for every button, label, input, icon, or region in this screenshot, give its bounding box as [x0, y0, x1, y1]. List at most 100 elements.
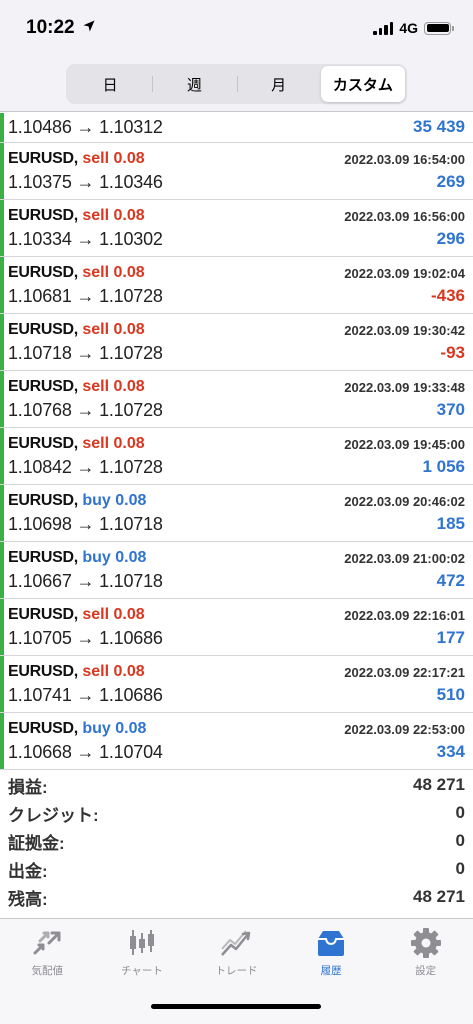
deal-row[interactable]: EURUSD, sell 0.08 2022.03.09 19:30:42 1.…: [0, 314, 473, 371]
deal-symbol: EURUSD,: [8, 321, 78, 338]
deal-profit: 472: [436, 571, 465, 590]
deal-time: 2022.03.09 22:17:21: [344, 664, 465, 680]
deal-time: 2022.03.09 19:45:00: [344, 436, 465, 452]
summary-credit-value: 0: [455, 803, 465, 822]
tab-settings[interactable]: 設定: [378, 919, 473, 989]
deal-prices: 1.10705 → 1.10686: [8, 627, 163, 648]
summary-margin-row: 証拠金: 0: [0, 827, 473, 855]
deal-side-bar: [0, 113, 4, 142]
deal-time: 2022.03.09 20:46:02: [344, 493, 465, 509]
quotes-icon: [33, 931, 61, 955]
deal-prices: 1.10842 → 1.10728: [8, 456, 163, 477]
deal-side-bar: [0, 542, 4, 598]
deal-row[interactable]: EURUSD, sell 0.08 2022.03.09 22:16:01 1.…: [0, 599, 473, 656]
tab-chart-label: チャート: [120, 965, 163, 977]
deal-profit: 177: [436, 628, 465, 647]
deal-symbol: EURUSD,: [8, 378, 78, 395]
deal-side-bar: [0, 599, 4, 655]
deal-side-bar: [0, 371, 4, 427]
history-icon: [318, 931, 345, 956]
deal-profit: 370: [436, 400, 465, 419]
deal-type: buy 0.08: [82, 492, 147, 509]
tab-trade[interactable]: トレード: [189, 919, 284, 989]
settings-icon: [410, 928, 441, 958]
segment-day[interactable]: 日: [68, 66, 152, 102]
deal-prices: 1.10718 → 1.10728: [8, 342, 163, 363]
segment-week[interactable]: 週: [152, 66, 236, 102]
deal-row[interactable]: EURUSD, sell 0.08 2022.03.09 16:56:00 1.…: [0, 200, 473, 257]
deal-row[interactable]: EURUSD, sell 0.08 2022.03.09 22:17:21 1.…: [0, 656, 473, 713]
deal-side-bar: [0, 713, 4, 769]
deal-profit: 35 439: [413, 117, 465, 136]
summary-profit-value: 48 271: [413, 775, 465, 794]
deal-symbol: EURUSD,: [8, 150, 78, 167]
deal-type: sell 0.08: [82, 435, 145, 452]
deal-profit: 334: [436, 742, 465, 761]
summary-margin-label: 証拠金:: [8, 833, 65, 853]
segment-custom[interactable]: カスタム: [320, 66, 405, 102]
deal-type: buy 0.08: [82, 549, 147, 566]
deal-time: 2022.03.09 16:54:00: [344, 151, 465, 167]
deal-row[interactable]: EURUSD, sell 0.08 2022.03.09 19:45:00 1.…: [0, 428, 473, 485]
deal-symbol: EURUSD,: [8, 264, 78, 281]
deal-profit: -93: [440, 343, 465, 362]
summary-withdrawal-row: 出金: 0: [0, 855, 473, 883]
summary-credit-label: クレジット:: [8, 805, 99, 825]
summary-credit-row: クレジット: 0: [0, 799, 473, 827]
tab-trade-label: トレード: [215, 965, 258, 977]
deal-time: 2022.03.09 19:02:04: [344, 265, 465, 281]
home-indicator[interactable]: [151, 1004, 321, 1009]
deal-symbol: EURUSD,: [8, 720, 78, 737]
deal-row[interactable]: EURUSD, buy 0.08 2022.03.09 21:00:02 1.1…: [0, 542, 473, 599]
deal-side-bar: [0, 143, 4, 199]
deal-side-bar: [0, 428, 4, 484]
deal-symbol: EURUSD,: [8, 606, 78, 623]
deal-profit: 269: [436, 172, 465, 191]
tab-history-label: 履歴: [320, 965, 342, 977]
summary-margin-value: 0: [455, 831, 465, 850]
deal-profit: -436: [430, 286, 465, 305]
deals-list: 1.10486 → 1.10312 35 439 EURUSD, sell 0.…: [0, 113, 473, 770]
account-summary: 損益: 48 271 クレジット: 0 証拠金: 0 出金: 0 残高: 48 …: [0, 771, 473, 916]
deal-symbol: EURUSD,: [8, 207, 78, 224]
deal-row[interactable]: EURUSD, sell 0.08 2022.03.09 16:54:00 1.…: [0, 143, 473, 200]
deal-side-bar: [0, 656, 4, 712]
deal-side-bar: [0, 314, 4, 370]
deal-type: sell 0.08: [82, 321, 145, 338]
tab-settings-label: 設定: [415, 965, 437, 977]
deal-row[interactable]: EURUSD, buy 0.08 2022.03.09 22:53:00 1.1…: [0, 713, 473, 770]
deal-profit: 1 056: [422, 457, 465, 476]
deal-symbol: EURUSD,: [8, 492, 78, 509]
deal-row[interactable]: EURUSD, buy 0.08 2022.03.09 20:46:02 1.1…: [0, 485, 473, 542]
period-segmented-control: 日 週 月 カスタム: [66, 64, 407, 104]
tab-quotes[interactable]: 気配値: [0, 919, 95, 989]
deal-side-bar: [0, 485, 4, 541]
status-time: 10:22: [26, 17, 75, 38]
deal-row[interactable]: EURUSD, sell 0.08 2022.03.09 19:02:04 1.…: [0, 257, 473, 314]
deal-profit: 185: [436, 514, 465, 533]
deal-prices: 1.10486 → 1.10312: [8, 116, 163, 137]
summary-balance-value: 48 271: [413, 887, 465, 906]
tab-chart[interactable]: チャート: [95, 919, 190, 989]
summary-withdrawal-value: 0: [455, 859, 465, 878]
chart-icon: [129, 930, 154, 955]
summary-balance-row: 残高: 48 271: [0, 883, 473, 911]
network-type: 4G: [399, 20, 418, 36]
summary-profit-row: 損益: 48 271: [0, 771, 473, 799]
deal-prices: 1.10375 → 1.10346: [8, 171, 163, 192]
cellular-signal-icon: [373, 21, 394, 35]
deal-row[interactable]: 1.10486 → 1.10312 35 439: [0, 113, 473, 143]
deal-time: 2022.03.09 21:00:02: [344, 550, 465, 566]
deal-prices: 1.10667 → 1.10718: [8, 570, 163, 591]
deal-type: sell 0.08: [82, 264, 145, 281]
period-selector-bar: 日 週 月 カスタム: [0, 58, 473, 112]
summary-balance-label: 残高:: [8, 889, 48, 909]
deal-type: buy 0.08: [82, 720, 147, 737]
segment-month[interactable]: 月: [236, 66, 321, 102]
tab-history[interactable]: 履歴: [284, 919, 379, 989]
deal-time: 2022.03.09 19:30:42: [344, 322, 465, 338]
deal-type: sell 0.08: [82, 207, 145, 224]
deal-time: 2022.03.09 16:56:00: [344, 208, 465, 224]
deal-row[interactable]: EURUSD, sell 0.08 2022.03.09 19:33:48 1.…: [0, 371, 473, 428]
summary-withdrawal-label: 出金:: [8, 861, 48, 881]
